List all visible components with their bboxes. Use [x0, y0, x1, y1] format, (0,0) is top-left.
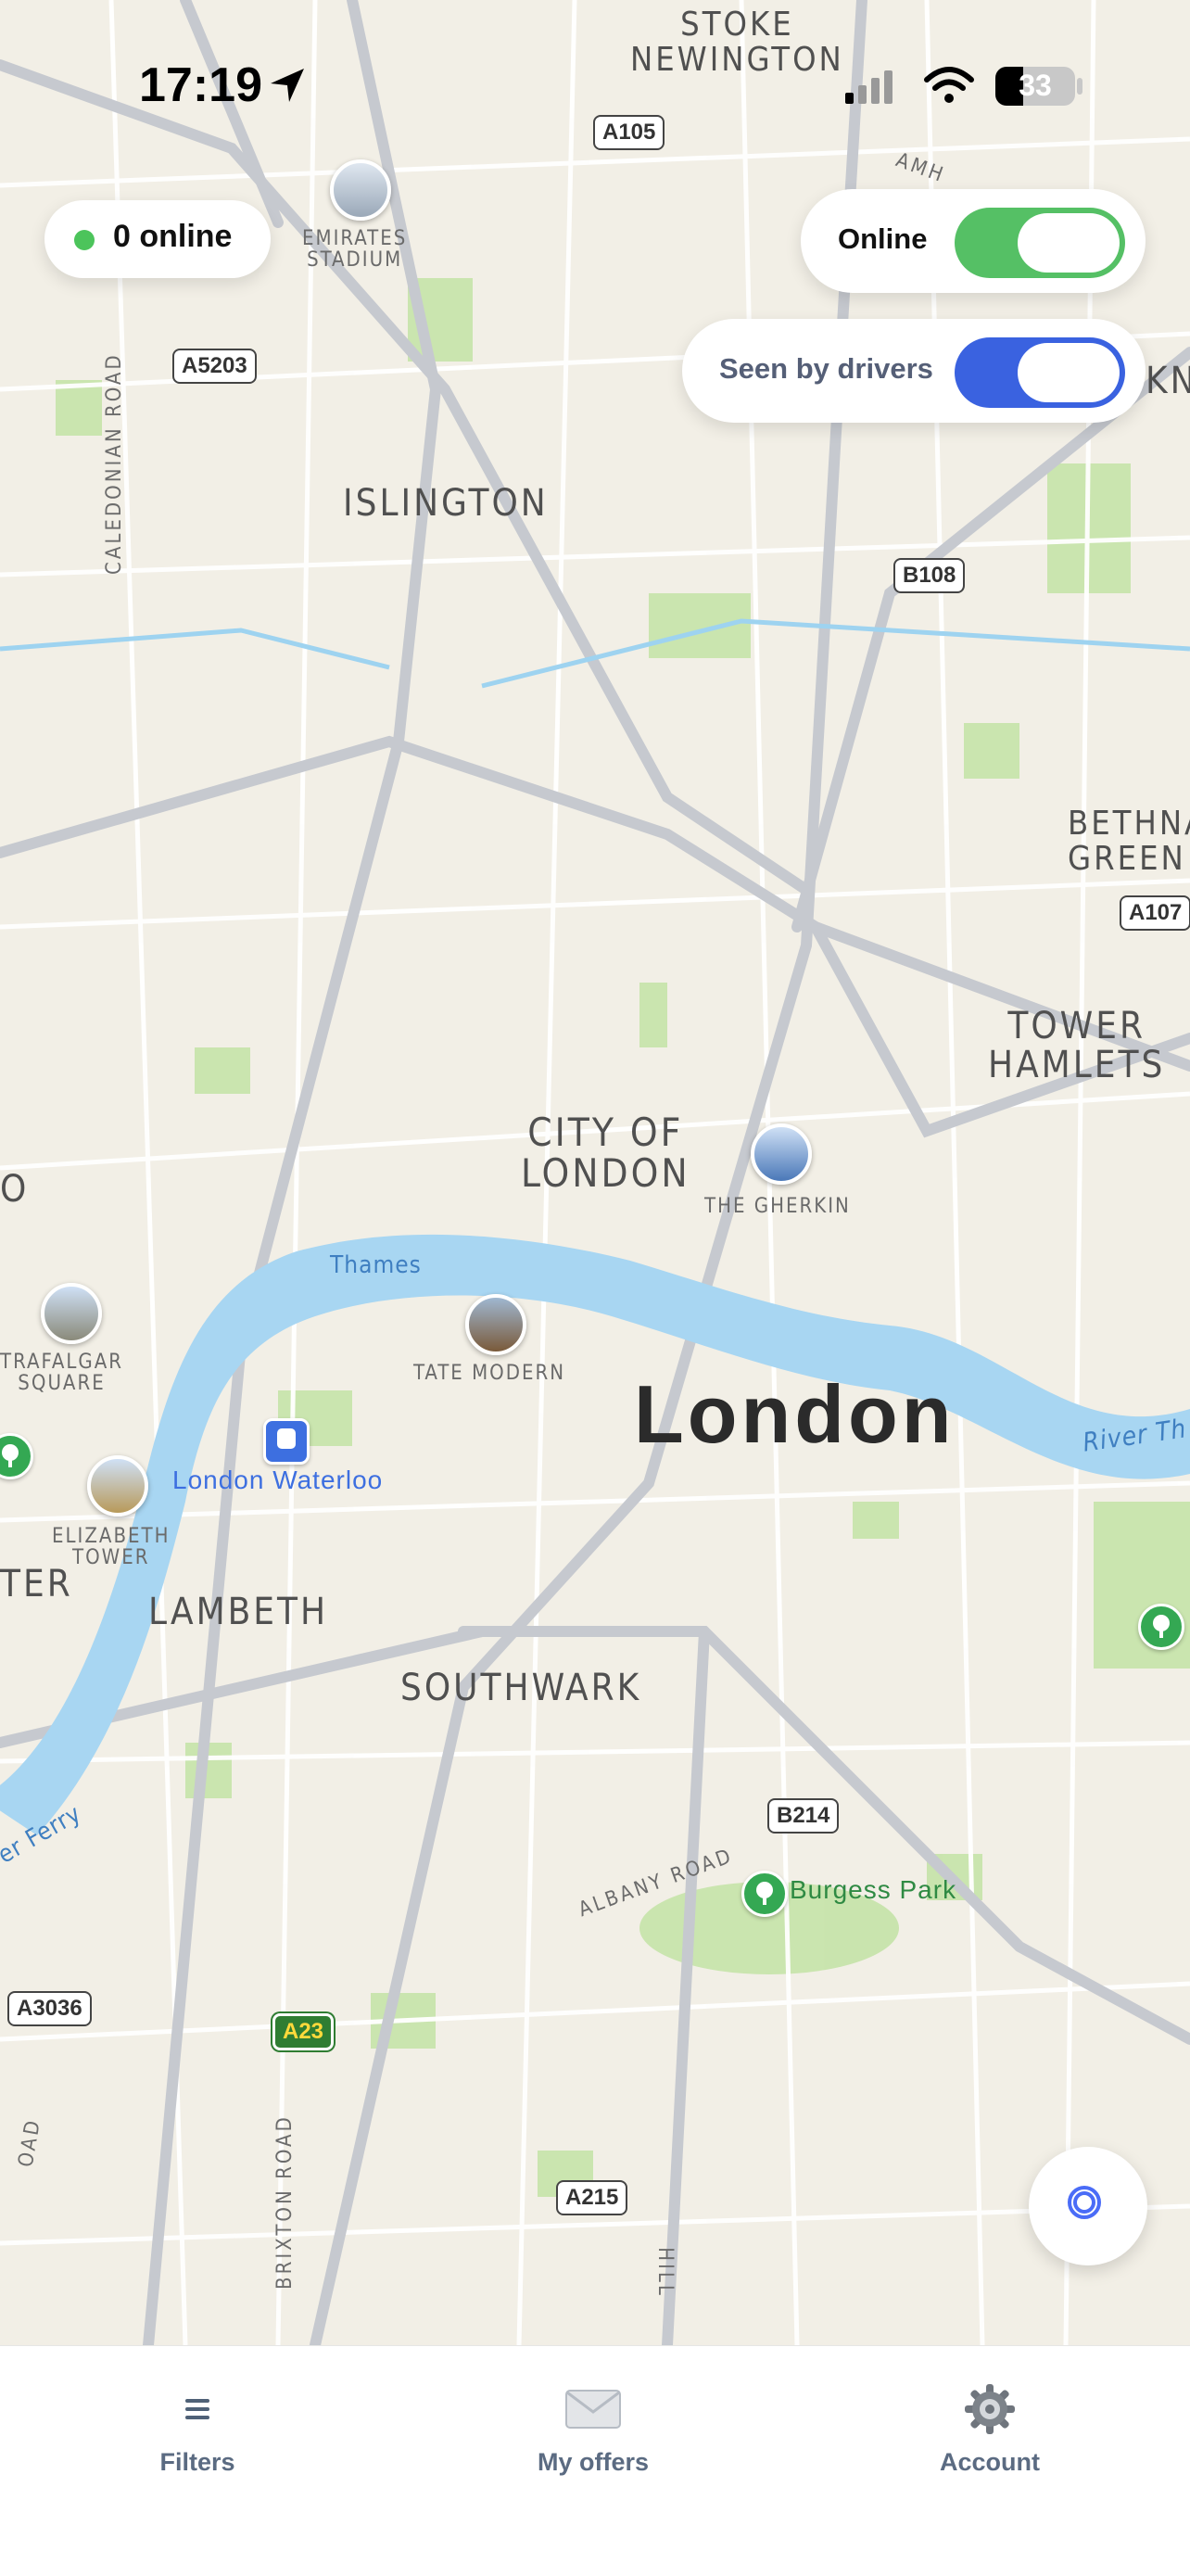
district-tower-hamlets: TOWER HAMLETS [988, 1005, 1166, 1086]
poi-trafalgar-square: TRAFALGAR SQUARE [0, 1351, 124, 1396]
street-hill: HILL [652, 2247, 677, 2298]
toggle-knob [1018, 343, 1120, 402]
street-brixton-road: BRIXTON ROAD [273, 2114, 297, 2290]
online-status-dot [74, 230, 95, 250]
street-caledonian-road: CALEDONIAN ROAD [103, 352, 126, 575]
road-sign-a5203: A5203 [172, 349, 257, 384]
district-lambeth: LAMBETH [148, 1591, 329, 1633]
district-bethnal-green: BETHNAGREEN [1068, 805, 1190, 878]
poi-elizabeth-tower: ELIZABETH TOWER [52, 1525, 171, 1570]
park-tree-icon-east[interactable] [1138, 1604, 1184, 1650]
online-count-badge: 0 online [44, 200, 271, 278]
status-bar: 17:19 33 [0, 0, 1190, 112]
toggle-knob [1018, 213, 1120, 273]
gear-icon [965, 2384, 1015, 2434]
online-toggle-switch[interactable] [955, 208, 1125, 278]
online-toggle-label: Online [838, 222, 928, 255]
park-tree-icon[interactable] [741, 1871, 788, 1917]
tab-filters[interactable]: Filters [95, 2383, 299, 2477]
tab-filters-label: Filters [159, 2448, 235, 2476]
road-sign-a23: A23 [272, 2013, 335, 2050]
road-sign-a3036: A3036 [7, 1991, 92, 2026]
tate-modern-pin[interactable] [465, 1294, 526, 1355]
road-sign-a107: A107 [1120, 895, 1190, 931]
train-station-icon[interactable] [263, 1418, 310, 1465]
poi-the-gherkin: THE GHERKIN [704, 1195, 851, 1218]
cellular-signal-icon [845, 70, 892, 104]
road-sign-b214: B214 [767, 1798, 840, 1834]
seen-by-drivers-toggle-card: Seen by drivers [682, 319, 1146, 423]
location-target-inner [1073, 2191, 1095, 2214]
envelope-icon [565, 2390, 621, 2429]
battery-icon: 33 [995, 67, 1075, 106]
tab-my-offers-label: My offers [537, 2448, 650, 2476]
battery-tip [1077, 78, 1082, 95]
seen-by-drivers-switch[interactable] [955, 337, 1125, 408]
elizabeth-tower-pin[interactable] [87, 1455, 148, 1516]
location-arrow-icon [271, 69, 304, 102]
online-toggle-card: Online [801, 189, 1146, 293]
district-city-of-london: CITY OF LONDON [521, 1110, 690, 1197]
tab-account[interactable]: Account [888, 2383, 1092, 2477]
district-southwark: SOUTHWARK [400, 1667, 642, 1709]
district-islington: ISLINGTON [343, 482, 549, 525]
road-sign-a215: A215 [556, 2180, 628, 2215]
emirates-stadium-pin[interactable] [330, 159, 391, 221]
city-label-london: London [634, 1368, 956, 1460]
road-sign-b108: B108 [893, 558, 966, 593]
tab-my-offers[interactable]: My offers [491, 2383, 695, 2477]
battery-level: 33 [1019, 69, 1052, 102]
trafalgar-square-pin[interactable] [41, 1283, 102, 1344]
online-count-text: 0 online [113, 219, 233, 254]
water-label-thames: Thames [330, 1251, 422, 1279]
poi-london-waterloo[interactable]: London Waterloo [172, 1466, 383, 1494]
poi-burgess-park[interactable]: Burgess Park [790, 1876, 956, 1904]
recenter-location-button[interactable] [1029, 2147, 1147, 2265]
road-sign-a105: A105 [593, 115, 665, 150]
wifi-icon [924, 67, 974, 103]
gherkin-pin[interactable] [751, 1123, 812, 1185]
tab-account-label: Account [940, 2448, 1040, 2476]
seen-by-drivers-label: Seen by drivers [719, 352, 933, 385]
district-partial-kn: KN [1146, 360, 1190, 402]
district-partial-ter: TER [0, 1563, 73, 1605]
filter-lines-icon [185, 2399, 209, 2419]
bottom-tab-bar: Filters My offers Account [0, 2345, 1190, 2576]
district-partial-o: O [0, 1168, 30, 1211]
status-time: 17:19 [139, 58, 262, 112]
poi-emirates-stadium: EMIRATES STADIUM [302, 227, 408, 273]
poi-tate-modern: TATE MODERN [413, 1362, 566, 1385]
